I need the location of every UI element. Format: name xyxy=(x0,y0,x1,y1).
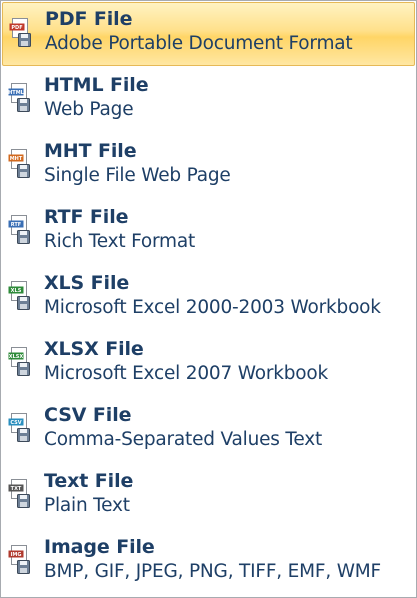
xlsx-tag: XLSX xyxy=(9,354,24,360)
menu-item-title: HTML File xyxy=(44,74,149,96)
xlsx-file-icon: XLSX xyxy=(8,347,34,377)
menu-item-xls[interactable]: XLS XLS File Microsoft Excel 2000-2003 W… xyxy=(2,266,415,330)
menu-item-title: MHT File xyxy=(44,140,137,162)
menu-item-csv[interactable]: CSV CSV File Comma-Separated Values Text xyxy=(2,398,415,462)
menu-item-description: Single File Web Page xyxy=(44,165,231,186)
menu-item-description: Web Page xyxy=(44,99,134,120)
menu-item-title: XLSX File xyxy=(44,338,144,360)
menu-item-title: XLS File xyxy=(44,272,130,294)
html-file-icon: HTML xyxy=(8,83,34,113)
export-format-menu: PDF PDF File Adobe Portable Document For… xyxy=(0,0,417,598)
txt-file-icon: TXT xyxy=(8,479,34,509)
xls-tag: XLS xyxy=(11,288,22,294)
csv-tag: CSV xyxy=(10,420,21,426)
menu-item-title: PDF File xyxy=(45,8,133,30)
image-file-icon: IMG xyxy=(8,545,34,575)
menu-item-text[interactable]: TXT Text File Plain Text xyxy=(2,464,415,528)
menu-item-description: Comma-Separated Values Text xyxy=(44,429,323,450)
menu-item-image[interactable]: IMG Image File BMP, GIF, JPEG, PNG, TIFF… xyxy=(2,530,415,594)
rtf-file-icon: RTF xyxy=(8,215,34,245)
menu-item-description: Microsoft Excel 2000-2003 Workbook xyxy=(44,297,381,318)
menu-item-html[interactable]: HTML HTML File Web Page xyxy=(2,68,415,132)
rtf-tag: RTF xyxy=(11,222,21,228)
txt-tag: TXT xyxy=(11,486,22,492)
menu-item-rtf[interactable]: RTF RTF File Rich Text Format xyxy=(2,200,415,264)
html-tag: HTML xyxy=(8,90,25,96)
csv-file-icon: CSV xyxy=(8,413,34,443)
menu-item-title: RTF File xyxy=(44,206,129,228)
menu-item-mht[interactable]: MHT MHT File Single File Web Page xyxy=(2,134,415,198)
menu-item-title: Text File xyxy=(44,470,134,492)
mht-file-icon: MHT xyxy=(8,149,34,179)
menu-item-pdf[interactable]: PDF PDF File Adobe Portable Document For… xyxy=(2,2,415,66)
menu-item-description: Microsoft Excel 2007 Workbook xyxy=(44,363,329,384)
mht-tag: MHT xyxy=(10,156,23,162)
menu-item-description: BMP, GIF, JPEG, PNG, TIFF, EMF, WMF xyxy=(44,561,382,582)
menu-item-description: Adobe Portable Document Format xyxy=(45,33,353,54)
menu-item-description: Plain Text xyxy=(44,495,130,516)
xls-file-icon: XLS xyxy=(8,281,34,311)
menu-item-description: Rich Text Format xyxy=(44,231,196,252)
pdf-file-icon: PDF xyxy=(9,18,35,48)
menu-item-xlsx[interactable]: XLSX XLSX File Microsoft Excel 2007 Work… xyxy=(2,332,415,396)
img-tag: IMG xyxy=(11,552,22,558)
pdf-tag: PDF xyxy=(11,25,22,31)
menu-item-title: Image File xyxy=(44,536,155,558)
menu-item-title: CSV File xyxy=(44,404,132,426)
